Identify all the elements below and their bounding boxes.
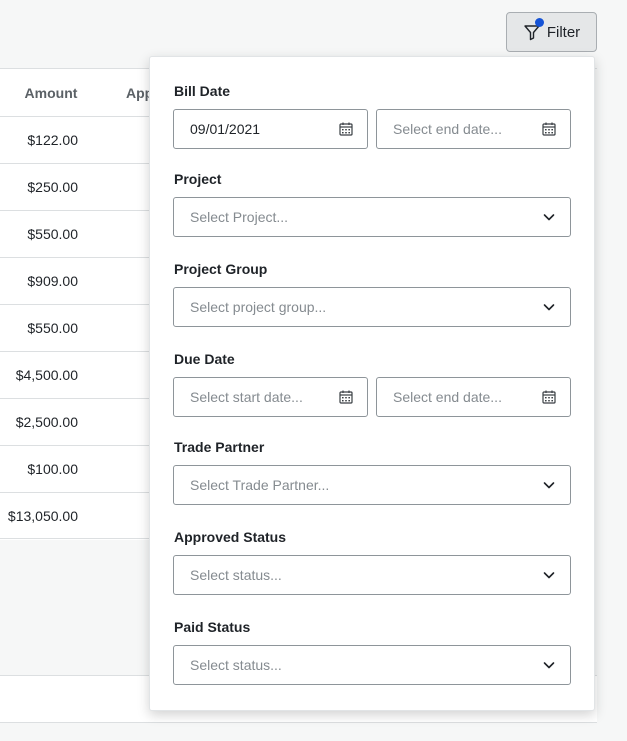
paid-status-select[interactable]: Select status... [173, 645, 571, 685]
table-row[interactable]: $550.00 [0, 304, 160, 351]
amount-cell: $100.00 [27, 461, 78, 477]
amount-cell: $4,500.00 [15, 367, 78, 383]
due-date-end-input[interactable]: Select end date... [376, 377, 571, 417]
trade-partner-select[interactable]: Select Trade Partner... [173, 465, 571, 505]
column-header-amount[interactable]: Amount [0, 69, 102, 116]
paid-status-label: Paid Status [174, 619, 251, 635]
table-row[interactable]: $122.00 [0, 116, 160, 163]
chevron-down-icon [543, 482, 555, 489]
bill-date-end-placeholder: Select end date... [393, 121, 502, 137]
amount-cell: $550.00 [27, 226, 78, 242]
amount-total-cell: $13,050.00 [7, 508, 78, 524]
paid-status-placeholder: Select status... [190, 657, 282, 673]
bill-date-start-value: 09/01/2021 [190, 121, 261, 137]
bill-date-label: Bill Date [174, 83, 231, 99]
approved-status-select[interactable]: Select status... [173, 555, 571, 595]
approved-status-placeholder: Select status... [190, 567, 282, 583]
chevron-down-icon [543, 304, 555, 311]
table-row[interactable]: $2,500.00 [0, 398, 160, 445]
amount-cell: $122.00 [27, 132, 78, 148]
calendar-icon[interactable] [542, 122, 556, 136]
amount-cell: $909.00 [27, 273, 78, 289]
bill-date-start-input[interactable]: 09/01/2021 [173, 109, 368, 149]
amount-cell: $250.00 [27, 179, 78, 195]
table-row[interactable]: $100.00 [0, 445, 160, 492]
amount-cell: $550.00 [27, 320, 78, 336]
chevron-down-icon [543, 662, 555, 669]
table-row[interactable]: $909.00 [0, 257, 160, 304]
project-group-label: Project Group [174, 261, 268, 277]
calendar-icon[interactable] [339, 390, 353, 404]
project-label: Project [174, 171, 222, 187]
approved-status-label: Approved Status [174, 529, 287, 545]
calendar-icon[interactable] [339, 122, 353, 136]
trade-partner-label: Trade Partner [174, 439, 265, 455]
filter-button[interactable]: Filter [506, 12, 597, 52]
project-group-placeholder: Select project group... [190, 299, 327, 315]
chevron-down-icon [543, 214, 555, 221]
chevron-down-icon [543, 572, 555, 579]
project-placeholder: Select Project... [190, 209, 289, 225]
filter-icon [523, 18, 544, 41]
filter-panel: Bill Date 09/01/2021 Select end date... … [149, 56, 595, 711]
table-row[interactable]: $4,500.00 [0, 351, 160, 398]
project-select[interactable]: Select Project... [173, 197, 571, 237]
table-row[interactable]: $550.00 [0, 210, 160, 257]
due-date-label: Due Date [174, 351, 235, 367]
due-date-start-placeholder: Select start date... [190, 389, 303, 405]
project-group-select[interactable]: Select project group... [173, 287, 571, 327]
table-body: $122.00 $250.00 $550.00 $909.00 $550.00 … [0, 116, 160, 539]
bill-date-end-input[interactable]: Select end date... [376, 109, 571, 149]
calendar-icon[interactable] [542, 390, 556, 404]
filter-button-label: Filter [546, 23, 581, 41]
active-filter-indicator [534, 18, 544, 27]
due-date-end-placeholder: Select end date... [393, 389, 502, 405]
table-row[interactable]: $250.00 [0, 163, 160, 210]
amount-cell: $2,500.00 [15, 414, 78, 430]
due-date-start-input[interactable]: Select start date... [173, 377, 368, 417]
table-total-row: $13,050.00 [0, 492, 160, 539]
trade-partner-placeholder: Select Trade Partner... [190, 477, 330, 493]
